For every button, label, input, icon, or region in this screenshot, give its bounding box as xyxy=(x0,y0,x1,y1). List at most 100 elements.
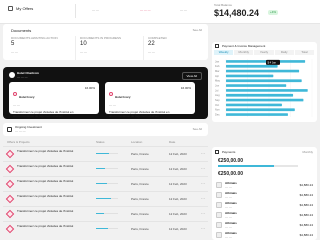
offer-meta: — — xyxy=(109,103,116,107)
invoice-icon xyxy=(215,44,219,48)
investment-icon xyxy=(7,127,12,132)
total-balance-label: Total Balance xyxy=(214,3,233,7)
chart-category-label: Apr xyxy=(215,74,219,78)
more-options-icon[interactable]: ⋯ xyxy=(201,181,205,186)
chart-category-label: Oct xyxy=(215,103,219,107)
table-row[interactable]: Transformez ce projet d'études de l'Inst… xyxy=(3,161,208,176)
payment-row[interactable]: Athinais — — $4,880.24 xyxy=(216,210,313,220)
view-all-button[interactable]: View All xyxy=(181,72,202,80)
offer-description: Transformez ce projet d'études de l'Inst… xyxy=(13,110,74,118)
chart-category-label: Aug xyxy=(215,93,220,97)
tab-monthly[interactable]: Monthly xyxy=(234,50,255,55)
status-progress xyxy=(96,213,118,214)
chart-bar xyxy=(226,108,295,112)
table-row[interactable]: Transformez ce projet d'études de l'Inst… xyxy=(3,206,208,221)
divider xyxy=(75,4,76,18)
ongoing-see-all-link[interactable]: See All xyxy=(193,127,202,131)
chart-category-label: Sep xyxy=(215,98,220,102)
total-balance-value: $14,480.24 xyxy=(214,8,260,18)
ongoing-investment-bar[interactable]: Ongoing Investment — — — See All xyxy=(3,123,208,136)
payee-sub: — — xyxy=(225,235,232,239)
payment-management-card: Payment & Invoice Management Weekly Mont… xyxy=(212,42,317,122)
column-header[interactable]: Location xyxy=(131,140,142,144)
chart-category-label: Feb xyxy=(215,64,220,68)
project-date: 12 Feb, 2023 xyxy=(169,182,187,186)
table-row[interactable]: Transformez ce projet d'études de l'Inst… xyxy=(3,191,208,206)
chart-bar xyxy=(226,89,308,92)
payments-progress xyxy=(218,165,298,167)
period-dropdown[interactable]: Monthly xyxy=(302,150,313,154)
payments-title: Payments xyxy=(222,150,236,154)
status-progress xyxy=(96,183,118,184)
payment-value: $4,880.24 xyxy=(299,183,313,187)
offer-meta: — — xyxy=(13,103,20,107)
more-options-icon[interactable]: ⋯ xyxy=(201,226,205,231)
top-red-text: — — — xyxy=(140,8,151,12)
top-tag-text: — — xyxy=(180,8,187,12)
payment-row[interactable]: Athinais — — $4,880.24 xyxy=(216,220,313,230)
hotel-icon xyxy=(13,91,17,96)
column-header[interactable]: Offers & Projects xyxy=(7,140,30,144)
ongoing-subtitle: — — — xyxy=(15,129,26,133)
offers-icon xyxy=(8,6,13,11)
table-row[interactable]: Transformez ce projet d'études de l'Inst… xyxy=(3,146,208,161)
table-row[interactable]: Transformez ce projet d'études de l'Inst… xyxy=(3,176,208,191)
chart-bar xyxy=(226,84,287,87)
chart-category-label: Mar xyxy=(215,69,220,73)
offer-card[interactable]: Hotel Ivory — — 16.00% Transformez ce pr… xyxy=(9,82,99,118)
project-date: 12 Feb, 2023 xyxy=(169,167,187,171)
payment-value: $4,880.24 xyxy=(299,223,313,227)
documents-see-all-link[interactable]: See All xyxy=(193,28,202,32)
payment-row[interactable]: Athinais — — $4,880.24 xyxy=(216,180,313,190)
doc-column-in-progress[interactable]: DOCUMENTS IN PROGRESS 10 — — xyxy=(75,36,137,60)
chart-category-label: Dec xyxy=(215,113,220,117)
chart-category-label: Jul xyxy=(215,88,219,92)
payment-value: $4,880.24 xyxy=(299,193,313,197)
project-icon xyxy=(5,179,15,189)
invitations-panel: Hotel Chartrom — — — View All Hotel Ivor… xyxy=(3,67,208,119)
chart-bar xyxy=(226,60,306,63)
payment-management-title: Payment & Invoice Management xyxy=(222,44,266,48)
more-options-icon[interactable]: ⋯ xyxy=(201,166,205,171)
column-header[interactable]: Date xyxy=(169,140,175,144)
chart-bar xyxy=(226,64,278,68)
wallet-icon xyxy=(215,150,219,154)
payee-icon xyxy=(216,182,222,188)
offer-name: Hotel Ivory xyxy=(115,95,131,99)
column-header[interactable]: Status xyxy=(96,140,105,144)
tab-total[interactable]: Total xyxy=(294,50,316,55)
more-options-icon[interactable]: ⋯ xyxy=(201,196,205,201)
doc-column-completed[interactable]: COMPLETED 22 — — xyxy=(143,36,205,60)
chart-tooltip-text: $ 4 Jan xyxy=(268,60,277,64)
chart-bar xyxy=(226,79,302,83)
more-options-icon[interactable]: ⋯ xyxy=(201,211,205,216)
table-row[interactable]: Transformez ce projet d'études de l'Inst… xyxy=(3,221,208,236)
doc-column-sub: — — xyxy=(80,50,87,54)
payment-bar-chart: JanFebMarAprMayJunJulAugSepOctNovDec $ 4 … xyxy=(215,59,313,117)
my-offers-button[interactable]: My Offers xyxy=(16,6,33,11)
projects-table: Offers & Projects Status Location Date T… xyxy=(3,140,208,240)
doc-column-awaiting[interactable]: DOCUMENTS AWAITING ACTION 5 — — xyxy=(7,36,69,60)
payee-sub: — — xyxy=(225,215,232,219)
offer-yield: 16.00% xyxy=(84,86,95,90)
more-options-icon[interactable]: ⋯ xyxy=(201,151,205,156)
tab-yearly[interactable]: Yearly xyxy=(254,50,275,55)
chart-bar xyxy=(226,93,294,97)
doc-column-value: 5 xyxy=(11,41,15,47)
status-progress xyxy=(96,168,118,169)
payment-row[interactable]: Athinais — — $4,880.24 xyxy=(216,200,313,210)
payment-value: $4,880.24 xyxy=(299,203,313,207)
chart-bar xyxy=(226,113,288,116)
status-progress xyxy=(96,228,118,229)
project-icon xyxy=(5,164,15,174)
offer-card[interactable]: Hotel Ivory — — 16.00% Transformez ce pr… xyxy=(105,82,195,118)
project-date: 12 Feb, 2023 xyxy=(169,212,187,216)
payee-icon xyxy=(216,232,222,238)
payments-amount-secondary: €250,00.00 xyxy=(218,171,244,177)
payment-row[interactable]: Athinais — — $4,880.24 xyxy=(216,190,313,200)
tab-weekly[interactable]: Weekly xyxy=(214,50,235,55)
tab-daily[interactable]: Daily xyxy=(274,50,295,55)
documents-title: Documents xyxy=(11,28,32,33)
payment-row[interactable]: Athinais — — $4,880.24 xyxy=(216,230,313,240)
chart-bar xyxy=(226,69,300,73)
